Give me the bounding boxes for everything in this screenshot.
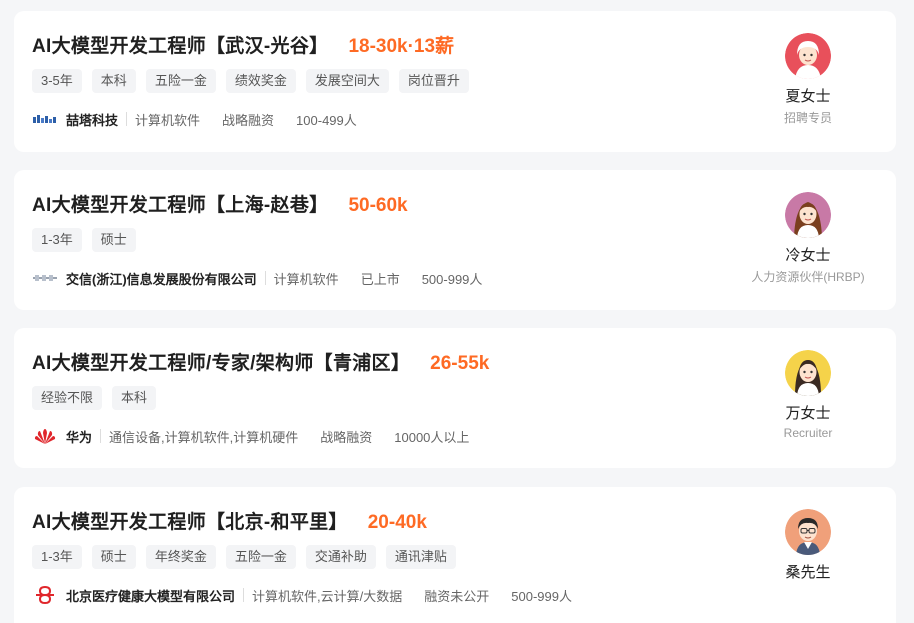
recruiter-name: 桑先生 [785,564,831,581]
company-industry: 计算机软件,云计算/大数据 [252,588,403,604]
recruiter-info[interactable]: 桑先生 [748,509,868,585]
job-tag: 3-5年 [32,69,82,93]
salary: 26-55k [430,353,490,374]
company-size: 500-999人 [421,271,483,287]
divider [243,588,245,602]
company-size: 100-499人 [296,112,357,128]
recruiter-info[interactable]: 万女士 Recruiter [748,350,868,440]
company-row: 交信(浙江)信息发展股份有限公司 计算机软件 已上市 500-999人 [32,268,504,288]
company-row: 喆塔科技 计算机软件 战略融资 100-499人 [32,109,379,129]
huawei-logo-icon[interactable] [32,426,58,446]
divider [126,112,128,126]
job-tag: 交通补助 [305,545,376,569]
job-tag: 本科 [112,386,157,410]
recruiter-info[interactable]: 冷女士 人力资源伙伴(HRBP) [748,192,868,285]
job-card[interactable]: AI大模型开发工程师【上海-赵巷】 50-60k 1-3年 硕士 交信(浙江)信… [14,170,896,310]
company-industry: 通信设备,计算机软件,计算机硬件 [109,429,299,445]
job-tags: 1-3年 硕士 年终奖金 五险一金 交通补助 通讯津贴 [32,545,456,569]
job-tag: 硕士 [91,545,136,569]
divider [264,271,266,285]
recruiter-role: Recruiter [783,426,833,440]
job-tag: 经验不限 [32,386,103,410]
company-name[interactable]: 华为 [66,427,92,446]
salary: 18-30k·13薪 [348,36,455,57]
avatar[interactable] [785,192,831,238]
job-title-row: AI大模型开发工程师【上海-赵巷】 50-60k [32,190,408,217]
company-name[interactable]: 喆塔科技 [66,110,118,129]
job-title[interactable]: AI大模型开发工程师【北京-和平里】 [32,507,348,534]
company-funding: 战略融资 [320,429,373,445]
recruiter-info[interactable]: 夏女士 招聘专员 [748,33,868,126]
job-title-row: AI大模型开发工程师【北京-和平里】 20-40k [32,507,427,534]
recruiter-role: 人力资源伙伴(HRBP) [751,270,865,284]
job-title-row: AI大模型开发工程师【武汉-光谷】 18-30k·13薪 [32,31,454,58]
job-tag: 通讯津贴 [385,545,456,569]
recruiter-name: 万女士 [785,405,831,422]
salary: 50-60k [348,195,408,216]
job-title[interactable]: AI大模型开发工程师/专家/架构师【青浦区】 [32,348,410,375]
job-title[interactable]: AI大模型开发工程师【武汉-光谷】 [32,31,328,58]
company-logo-icon[interactable] [32,109,58,129]
company-name[interactable]: 北京医疗健康大模型有限公司 [66,586,235,605]
avatar[interactable] [785,509,831,555]
avatar[interactable] [785,33,831,79]
job-tag: 五险一金 [145,69,216,93]
job-tags: 经验不限 本科 [32,386,157,410]
job-tag: 绩效奖金 [225,69,296,93]
job-tag: 五险一金 [225,545,296,569]
company-logo-icon[interactable] [32,268,58,288]
company-industry: 计算机软件 [135,112,201,128]
job-tag: 本科 [91,69,136,93]
job-card[interactable]: AI大模型开发工程师【武汉-光谷】 18-30k·13薪 3-5年 本科 五险一… [14,11,896,152]
company-size: 500-999人 [511,588,572,604]
avatar[interactable] [785,350,831,396]
job-tag: 发展空间大 [305,69,389,93]
recruiter-role: 招聘专员 [783,111,832,125]
job-tag: 岗位晋升 [398,69,469,93]
job-tag: 年终奖金 [145,545,216,569]
company-name[interactable]: 交信(浙江)信息发展股份有限公司 [66,269,257,288]
job-tag: 1-3年 [32,228,82,252]
salary: 20-40k [367,512,427,533]
company-row: 北京医疗健康大模型有限公司 计算机软件,云计算/大数据 融资未公开 500-99… [32,585,594,605]
job-card[interactable]: AI大模型开发工程师【北京-和平里】 20-40k 1-3年 硕士 年终奖金 五… [14,487,896,623]
job-card[interactable]: AI大模型开发工程师/专家/架构师【青浦区】 26-55k 经验不限 本科 华为… [14,328,896,468]
job-tag: 硕士 [91,228,136,252]
recruiter-name: 夏女士 [785,88,831,105]
company-funding: 已上市 [360,271,400,287]
company-logo-icon[interactable] [32,585,58,605]
divider [100,429,102,443]
company-size: 10000人以上 [394,429,470,445]
company-funding: 战略融资 [222,112,275,128]
job-tags: 1-3年 硕士 [32,228,136,252]
company-funding: 融资未公开 [424,588,490,604]
job-tags: 3-5年 本科 五险一金 绩效奖金 发展空间大 岗位晋升 [32,69,469,93]
job-tag: 1-3年 [32,545,82,569]
company-row: 华为 通信设备,计算机软件,计算机硬件 战略融资 10000人以上 [32,426,491,446]
job-title-row: AI大模型开发工程师/专家/架构师【青浦区】 26-55k [32,348,489,375]
job-title[interactable]: AI大模型开发工程师【上海-赵巷】 [32,190,328,217]
recruiter-name: 冷女士 [785,247,831,264]
company-industry: 计算机软件 [273,271,339,287]
